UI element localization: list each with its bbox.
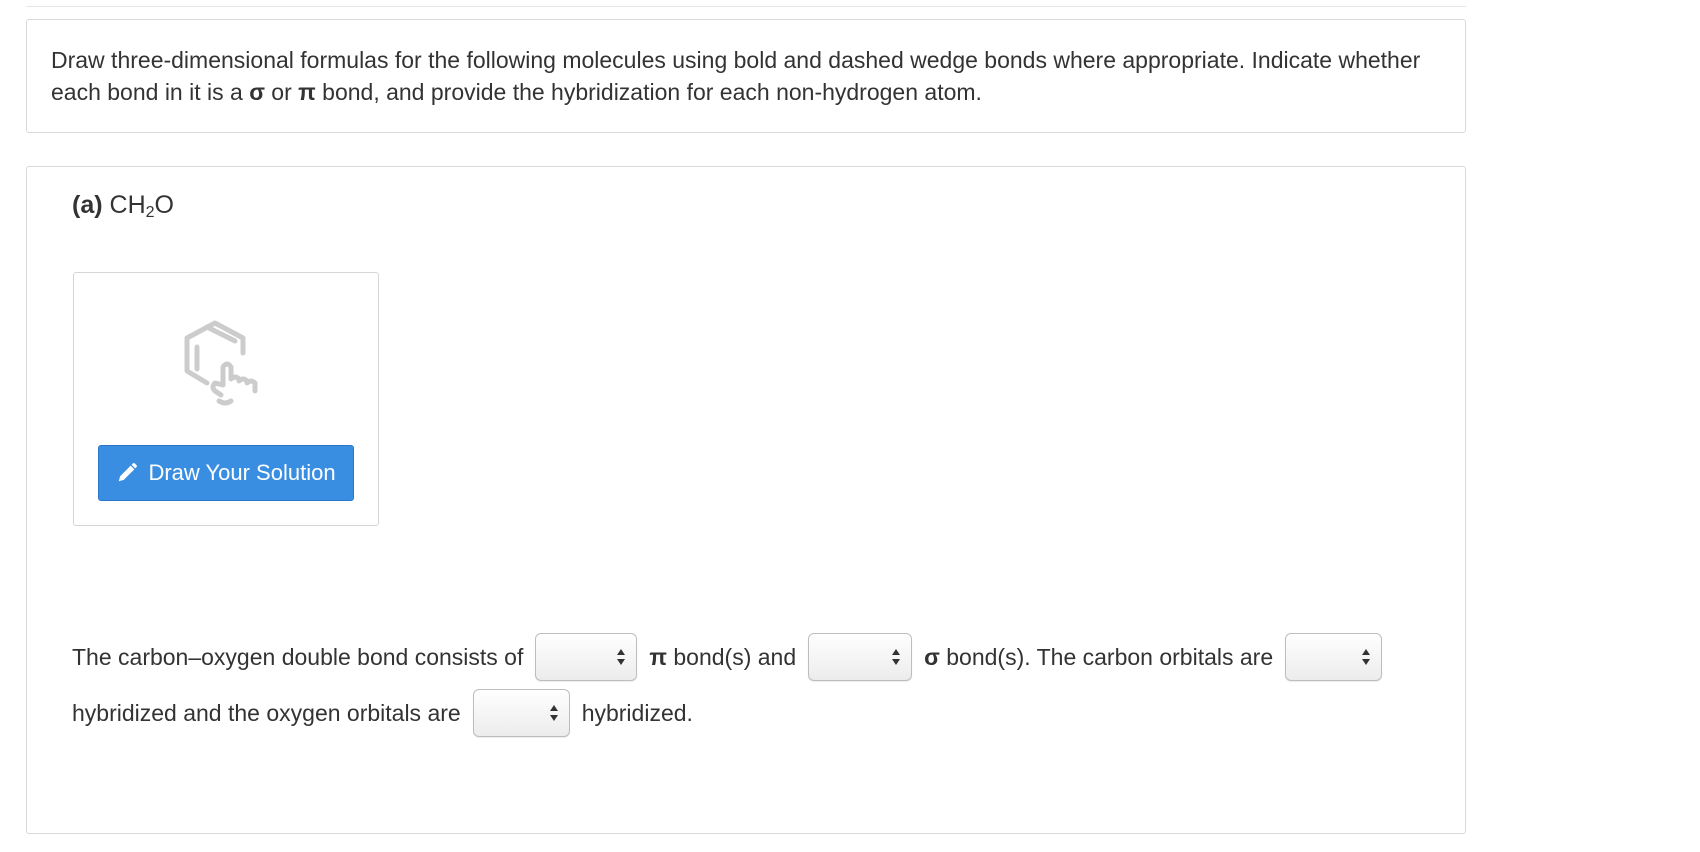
select-arrows-icon bbox=[892, 649, 901, 665]
question-line-2: hybridized and the oxygen orbitals are h… bbox=[72, 689, 693, 737]
pi-symbol-inline: π bbox=[649, 643, 667, 670]
instructions-text: Draw three-dimensional formulas for the … bbox=[51, 44, 1441, 108]
pi-symbol: π bbox=[298, 79, 316, 105]
instructions-card: Draw three-dimensional formulas for the … bbox=[26, 19, 1466, 133]
sentence-part4: hybridized and the oxygen orbitals are bbox=[72, 699, 461, 726]
sketch-hand-icon bbox=[184, 320, 258, 406]
sigma-symbol: σ bbox=[249, 79, 265, 105]
sentence-part3: bond(s). The carbon orbitals are bbox=[939, 643, 1274, 670]
top-divider bbox=[26, 6, 1466, 7]
part-label: (a) bbox=[72, 191, 103, 219]
oxygen-hybridization-select[interactable] bbox=[472, 689, 570, 737]
formula-subscript: 2 bbox=[145, 204, 155, 221]
sentence-part5: hybridized. bbox=[581, 699, 693, 726]
sentence-part1: The carbon–oxygen double bond consists o… bbox=[72, 643, 524, 670]
formula-prefix: CH bbox=[109, 191, 146, 219]
sentence-part2: bond(s) and bbox=[666, 643, 797, 670]
sketcher-panel: Draw Your Solution bbox=[73, 272, 379, 526]
select-arrows-icon bbox=[1362, 649, 1371, 665]
part-a-title: (a) CH2O bbox=[72, 191, 174, 222]
carbon-hybridization-select[interactable] bbox=[1285, 633, 1383, 681]
part-a-card: (a) CH2O Draw Your Solution The carbon–o… bbox=[26, 166, 1466, 834]
molecule-formula: CH2O bbox=[109, 191, 174, 221]
instructions-or: or bbox=[264, 79, 299, 105]
pi-bond-count-select[interactable] bbox=[535, 633, 638, 681]
instructions-part2: bond, and provide the hybridization for … bbox=[315, 79, 982, 105]
sigma-symbol-inline: σ bbox=[924, 643, 940, 670]
pencil-icon bbox=[119, 463, 138, 482]
sigma-bond-count-select[interactable] bbox=[808, 633, 913, 681]
draw-button-label: Draw Your Solution bbox=[148, 460, 336, 485]
formula-suffix: O bbox=[154, 191, 174, 219]
select-arrows-icon bbox=[549, 705, 558, 721]
question-line-1: The carbon–oxygen double bond consists o… bbox=[72, 633, 1383, 681]
select-arrows-icon bbox=[617, 649, 626, 665]
draw-your-solution-button[interactable]: Draw Your Solution bbox=[98, 445, 354, 501]
